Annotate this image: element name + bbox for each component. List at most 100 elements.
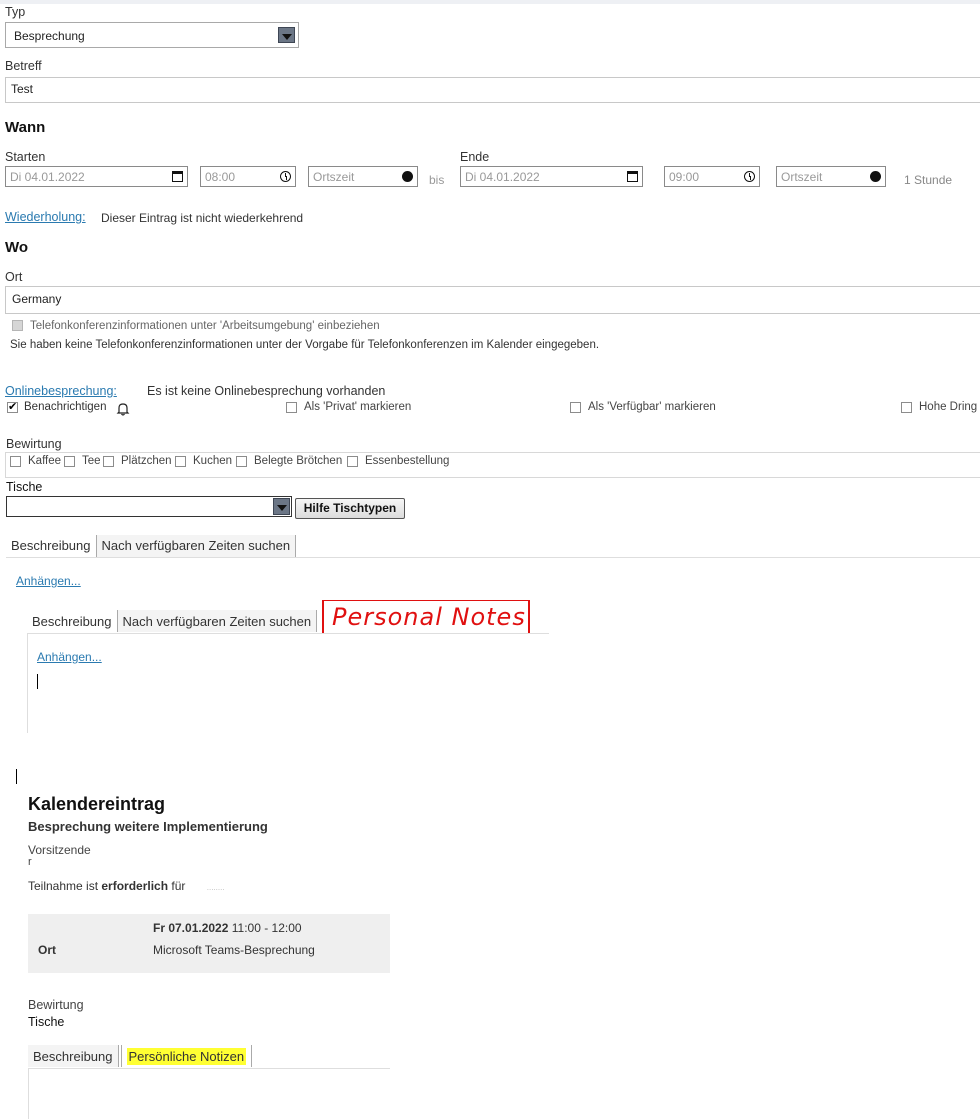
start-date-input[interactable]: Di 04.01.2022 [5,166,188,187]
top-strip [0,0,980,4]
end-time-value: 09:00 [669,170,700,184]
start-timezone-input[interactable]: Ortszeit [308,166,418,187]
verfuegbar-label: Als 'Verfügbar' markieren [588,401,716,413]
plaetzchen-label: Plätzchen [121,455,172,467]
anhaengen-link-2[interactable]: Anhängen... [37,650,102,664]
tab-divider [6,557,980,558]
start-time-value: 08:00 [205,170,236,184]
tab-zeiten-suchen[interactable]: Nach verfügbaren Zeiten suchen [96,535,297,557]
tabbar-2: Beschreibung Nach verfügbaren Zeiten suc… [27,610,318,632]
end-date-input[interactable]: Di 04.01.2022 [460,166,643,187]
editor-left-border [27,633,28,733]
calendar-icon[interactable] [627,171,638,182]
tabbar-1: Beschreibung Nach verfügbaren Zeiten suc… [6,535,297,557]
tee-label: Tee [82,455,101,467]
teilnahme-text: Teilnahme ist erforderlich für ........ [28,879,225,893]
privat-checkbox[interactable] [286,402,297,413]
tabbar-3: Beschreibung Persönliche Notizen [28,1045,253,1067]
wo-heading: Wo [5,239,29,256]
ort-label: Ort [5,270,23,284]
end-label: Ende [460,150,490,164]
tische-select[interactable] [6,496,292,517]
essenbestellung-label: Essenbestellung [365,455,450,467]
ort-input[interactable]: Germany [5,286,980,314]
wiederholung-text: Dieser Eintrag ist nicht wiederkehrend [101,211,304,225]
ort-value: Germany [12,292,62,306]
start-date-value: Di 04.01.2022 [10,170,85,184]
benachrichtigen-label: Benachrichtigen [24,401,107,413]
betreff-label: Betreff [5,59,42,73]
kuchen-checkbox[interactable] [175,456,186,467]
wiederholung-link[interactable]: Wiederholung: [5,210,86,224]
bewirtung-label: Bewirtung [6,437,62,451]
kalender-ort-value: Microsoft Teams-Besprechung [153,943,315,957]
kaffee-label: Kaffee [28,455,62,467]
belegte-broetchen-checkbox[interactable] [236,456,247,467]
essenbestellung-checkbox[interactable] [347,456,358,467]
personal-notes-text: Personal Notes [332,603,526,631]
teilnahme-name: ........ [206,883,225,892]
kaffee-checkbox[interactable] [10,456,21,467]
tab-divider-3 [28,1068,390,1069]
kuchen-label: Kuchen [193,455,233,467]
kalender-bewirtung-label: Bewirtung [28,998,84,1012]
clock-icon[interactable] [280,171,291,182]
anhaengen-link[interactable]: Anhängen... [16,574,81,588]
start-time-input[interactable]: 08:00 [200,166,296,187]
dropdown-arrow-icon[interactable] [273,498,290,515]
bell-icon [116,403,130,416]
kalender-date: Fr 07.01.2022 [153,921,229,935]
tab-beschreibung-2[interactable]: Beschreibung [27,610,118,632]
tab-beschreibung-3[interactable]: Beschreibung [28,1045,119,1067]
calendar-icon[interactable] [172,171,183,182]
tab-beschreibung[interactable]: Beschreibung [6,535,97,557]
vorsitzende-value: r [28,856,32,868]
teilnahme-prefix: Teilnahme ist [28,879,102,893]
end-timezone-input[interactable]: Ortszeit [776,166,886,187]
wann-heading: Wann [5,119,46,136]
hohe-dringlichkeit-checkbox[interactable] [901,402,912,413]
plaetzchen-checkbox[interactable] [103,456,114,467]
telko-note: Sie haben keine Telefonkonferenzinformat… [10,339,600,351]
start-label: Starten [5,150,46,164]
onlinebesprechung-text: Es ist keine Onlinebesprechung vorhanden [147,384,386,398]
kalender-title: Kalendereintrag [28,794,166,814]
text-cursor [37,674,38,689]
end-timezone-value: Ortszeit [781,170,823,184]
notes-editor-left-border [28,1068,29,1119]
typ-label: Typ [5,5,26,19]
clock-icon[interactable] [744,171,755,182]
privat-label: Als 'Privat' markieren [304,401,412,413]
onlinebesprechung-link[interactable]: Onlinebesprechung: [5,384,117,398]
typ-select[interactable]: Besprechung [5,22,299,48]
bis-label: bis [429,173,445,187]
end-time-input[interactable]: 09:00 [664,166,760,187]
telko-checkbox[interactable] [12,320,23,331]
teilnahme-bold: erforderlich [101,879,169,893]
tab-persoenliche-notizen[interactable]: Persönliche Notizen [120,1045,253,1067]
duration-label: 1 Stunde [904,173,953,187]
tab-zeiten-suchen-2[interactable]: Nach verfügbaren Zeiten suchen [117,610,318,632]
betreff-value: Test [11,82,34,96]
globe-icon[interactable] [402,171,413,182]
text-cursor-2 [16,769,17,784]
betreff-input[interactable]: Test [5,77,980,103]
personal-notes-annotation: Personal Notes [322,600,530,634]
dropdown-arrow-icon[interactable] [278,27,295,43]
globe-icon[interactable] [870,171,881,182]
vorsitzende-label: Vorsitzende [28,843,91,857]
hilfe-tischtypen-button[interactable]: Hilfe Tischtypen [295,498,405,519]
tische-label: Tische [6,480,43,494]
telko-checkbox-label: Telefonkonferenzinformationen unter 'Arb… [30,320,380,332]
typ-value: Besprechung [14,29,85,43]
verfuegbar-checkbox[interactable] [570,402,581,413]
hohe-dringlichkeit-label: Hohe Dring [919,401,978,413]
benachrichtigen-checkbox[interactable] [7,400,18,413]
persoenliche-notizen-label: Persönliche Notizen [126,1048,247,1065]
kalender-date-time: Fr 07.01.2022 11:00 - 12:00 [153,921,302,935]
tee-checkbox[interactable] [64,456,75,467]
kalender-time: 11:00 - 12:00 [231,921,302,935]
kalender-subtitle: Besprechung weitere Implementierung [28,819,268,834]
teilnahme-suffix: für [168,879,186,893]
kalender-ort-label: Ort [38,943,56,957]
